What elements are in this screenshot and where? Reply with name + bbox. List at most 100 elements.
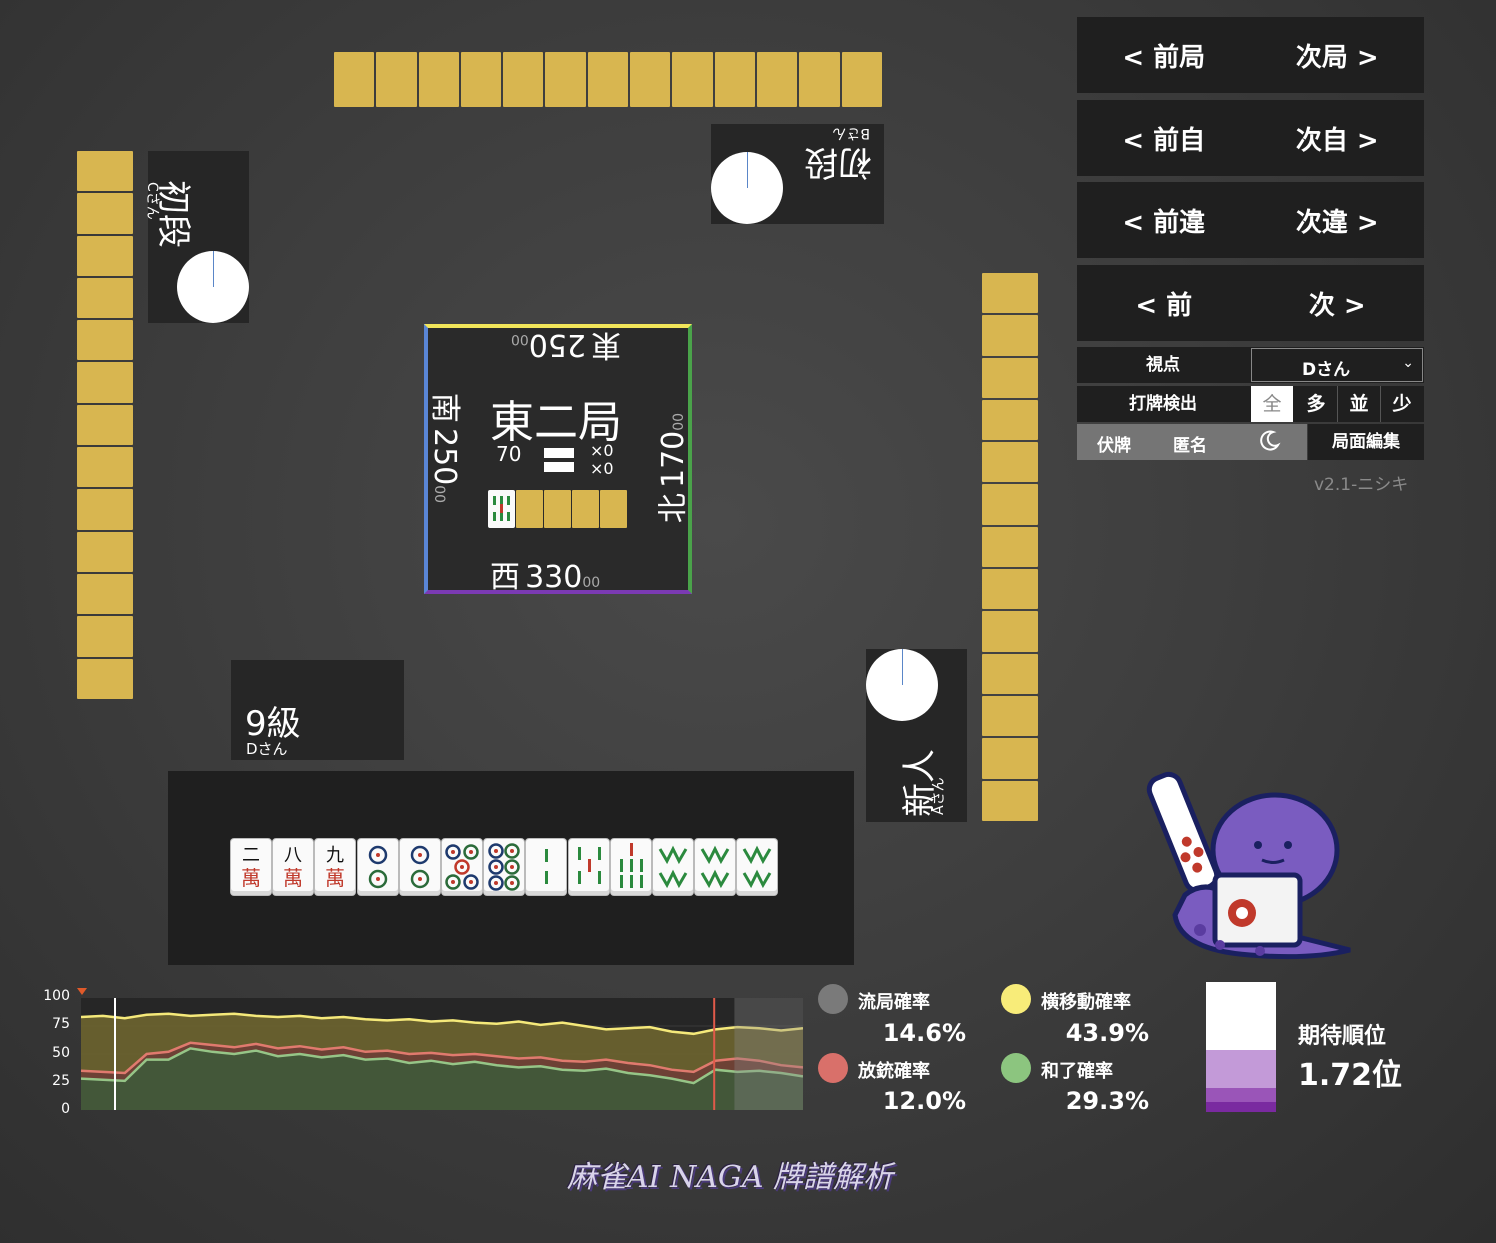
self-player-card: 9級 Dさん <box>231 660 404 760</box>
next-round-button[interactable]: 次局 > <box>1296 37 1379 74</box>
wall-tile <box>460 52 502 107</box>
dora-tile <box>488 490 515 528</box>
wall-tile <box>334 52 375 107</box>
hand-tile[interactable] <box>737 839 778 895</box>
dora-back-tile <box>600 490 627 528</box>
wall-tile <box>982 695 1038 737</box>
hand-tile[interactable]: 二萬 <box>231 839 271 895</box>
wall-tile <box>77 362 133 403</box>
footer-logo: 麻雀AI NAGA 牌譜解析 <box>566 1160 894 1195</box>
version-label: v2.1-ニシキ <box>1314 475 1409 495</box>
prev-button[interactable]: < 前 <box>1135 285 1192 322</box>
chart-marker-icon <box>77 988 87 995</box>
y-tick: 75 <box>52 1016 70 1032</box>
probability-chart[interactable] <box>81 998 803 1110</box>
right-player-card: 新人 Aさん <box>866 649 967 822</box>
step-nav: < 前 次 > <box>1077 265 1424 341</box>
prev-round-button[interactable]: < 前局 <box>1122 37 1205 74</box>
hand-tile[interactable]: 九萬 <box>315 839 356 895</box>
wall-tile <box>982 738 1038 779</box>
right-player-pie <box>866 649 938 721</box>
hand-tile[interactable] <box>357 839 398 895</box>
wall-tile <box>77 573 133 615</box>
top-player-rank: 初段 <box>804 142 872 182</box>
hora-label: 和了確率 <box>1041 1061 1113 1082</box>
snake-mascot <box>1140 765 1365 970</box>
next-button[interactable]: 次 > <box>1309 285 1366 322</box>
toggle-row: 伏牌 匿名 局面編集 <box>1077 424 1424 460</box>
wall-tile <box>982 611 1038 652</box>
north-wind: 北 <box>656 493 691 524</box>
edit-position-button[interactable]: 局面編集 <box>1308 424 1424 460</box>
hora-dot <box>1001 1053 1031 1083</box>
wall-tile <box>982 780 1038 821</box>
future-shade <box>734 998 803 1110</box>
next-diff-button[interactable]: 次違 > <box>1296 202 1379 239</box>
wall-tile <box>982 484 1038 525</box>
hidden-tiles-toggle[interactable]: 伏牌 <box>1097 431 1131 456</box>
top-player-card: 初段 Bさん <box>711 124 884 224</box>
ryukyoku-value: 14.6% <box>882 1019 966 1047</box>
prev-self-button[interactable]: < 前自 <box>1122 120 1205 157</box>
hand-tile[interactable] <box>399 839 440 895</box>
east-small: 00 <box>510 331 529 347</box>
hand-tile[interactable]: 八萬 <box>273 839 314 895</box>
yoko-value: 43.9% <box>1065 1019 1149 1047</box>
svg-text:萬: 萬 <box>325 866 345 890</box>
center-info: 東 25000 南 25000 北 17000 東二局 70 ×0 ×0 西 3… <box>424 324 692 595</box>
detect-option-normal[interactable]: 並 <box>1338 386 1381 422</box>
west-wind: 西 <box>490 560 520 595</box>
dora-back-tile <box>572 490 599 528</box>
detect-option-few[interactable]: 少 <box>1381 386 1423 422</box>
wall-tile <box>77 489 133 530</box>
anonymous-toggle[interactable]: 匿名 <box>1173 431 1207 456</box>
chevron-down-icon: ⌄ <box>1402 355 1414 371</box>
wall-tile <box>77 320 133 361</box>
north-score: 170 <box>656 430 691 488</box>
hand-tile[interactable] <box>695 839 736 895</box>
viewpoint-select[interactable]: Dさん ⌄ <box>1251 348 1423 382</box>
hand-tile[interactable] <box>484 839 525 895</box>
wall-tile <box>982 442 1038 483</box>
ryukyoku-dot <box>818 984 848 1014</box>
prev-diff-button[interactable]: < 前違 <box>1122 202 1205 239</box>
wall-tile <box>545 52 586 107</box>
viewpoint-value: Dさん <box>1302 360 1351 380</box>
detect-option-many[interactable]: 多 <box>1295 386 1338 422</box>
south-small: 00 <box>431 485 447 504</box>
moon-icon[interactable] <box>1259 429 1281 451</box>
wall-tile <box>503 52 544 107</box>
diff-nav: < 前違 次違 > <box>1077 182 1424 258</box>
houju-label: 放銃確率 <box>858 1061 930 1082</box>
yoko-dot <box>1001 984 1031 1014</box>
next-self-button[interactable]: 次自 > <box>1296 120 1379 157</box>
detect-option-all[interactable]: 全 <box>1251 386 1293 422</box>
wall-tile <box>77 616 133 657</box>
detect-label: 打牌検出 <box>1129 394 1197 414</box>
self-nav: < 前自 次自 > <box>1077 100 1424 176</box>
wall-tile <box>982 526 1038 568</box>
hand-tile[interactable] <box>442 839 482 895</box>
wall-tile <box>418 52 459 107</box>
left-player-name: Cさん <box>144 182 160 220</box>
wall-tile <box>587 52 629 107</box>
wall-tile <box>77 531 133 572</box>
north-small: 00 <box>671 412 687 431</box>
wall-tile <box>799 52 840 107</box>
west-score: 330 <box>525 560 583 595</box>
hand-tile[interactable] <box>568 839 609 895</box>
wall-tile <box>982 273 1038 314</box>
hand-tile[interactable] <box>526 839 567 895</box>
left-player-pie <box>177 251 249 323</box>
y-tick: 25 <box>52 1073 70 1089</box>
yoko-label: 横移動確率 <box>1041 992 1131 1013</box>
expected-rank-label: 期待順位 <box>1298 1024 1387 1049</box>
hand-tile[interactable] <box>610 839 651 895</box>
self-player-name: Dさん <box>246 740 288 758</box>
wall-tile <box>982 569 1038 610</box>
wall-tile <box>982 315 1038 356</box>
rank-bar <box>1206 982 1276 1112</box>
wall-tile <box>77 235 133 276</box>
hand-tile[interactable] <box>653 839 693 895</box>
ryukyoku-label: 流局確率 <box>858 992 930 1013</box>
